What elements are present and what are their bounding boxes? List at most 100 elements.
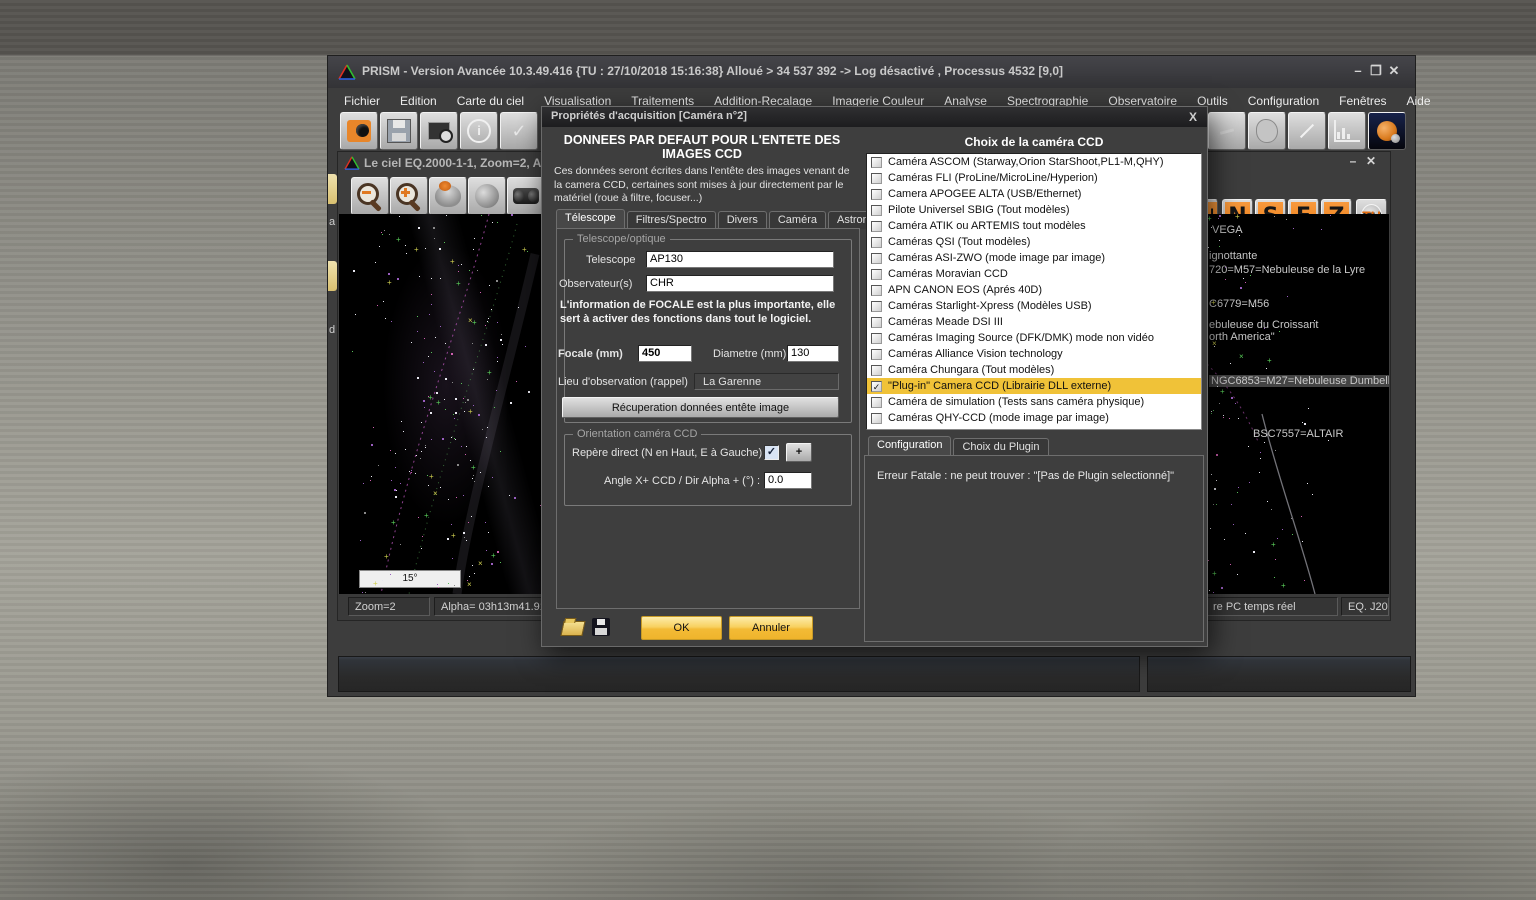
cancel-button[interactable]: Annuler — [729, 616, 813, 640]
save-button[interactable] — [380, 112, 418, 150]
tool-button-partial[interactable] — [1208, 112, 1246, 150]
camera-checkbox[interactable] — [871, 365, 882, 376]
menu-item-fichier[interactable]: Fichier — [336, 92, 388, 110]
camera-list-item[interactable]: Caméras QHY-CCD (mode image par image) — [867, 410, 1201, 426]
info-button[interactable]: i — [460, 112, 498, 150]
tab-choix-du-plugin[interactable]: Choix du Plugin — [953, 438, 1048, 456]
dialog-intro: Ces données seront écrites dans l'entête… — [554, 165, 854, 206]
focale-input[interactable]: 450 — [638, 345, 692, 362]
menu-item-configuration[interactable]: Configuration — [1240, 92, 1327, 110]
camera-list-item[interactable]: Caméra Chungara (Tout modèles) — [867, 362, 1201, 378]
ok-button[interactable]: OK — [641, 616, 722, 640]
tab-configuration[interactable]: Configuration — [868, 436, 951, 456]
camera-checkbox[interactable] — [871, 221, 882, 232]
menu-item-edition[interactable]: Edition — [392, 92, 445, 110]
camera-checkbox[interactable] — [871, 157, 882, 168]
camera-list-item[interactable]: APN CANON EOS (Aprés 40D) — [867, 282, 1201, 298]
camera-checkbox[interactable] — [871, 189, 882, 200]
open-settings-button[interactable] — [562, 621, 584, 636]
camera-checkbox[interactable] — [871, 269, 882, 280]
camera-list-item[interactable]: Camera APOGEE ALTA (USB/Ethernet) — [867, 186, 1201, 202]
pan-button[interactable] — [1248, 112, 1286, 150]
camera-checkbox[interactable] — [871, 349, 882, 360]
camera-checkbox[interactable] — [871, 285, 882, 296]
camera-list-item[interactable]: Caméras Alliance Vision technology — [867, 346, 1201, 362]
camera-list-item[interactable]: Caméras Starlight-Xpress (Modèles USB) — [867, 298, 1201, 314]
camera-label: "Plug-in" Camera CCD (Librairie DLL exte… — [888, 380, 1111, 392]
zoom-out-button[interactable] — [351, 177, 389, 215]
histogram-button[interactable] — [1328, 112, 1366, 150]
camera-checkbox[interactable] — [871, 317, 882, 328]
camera-label: Caméras FLI (ProLine/MicroLine/Hyperion) — [888, 172, 1098, 184]
hand-icon — [1256, 119, 1278, 143]
camera-checkbox[interactable] — [871, 237, 882, 248]
camera-list-item[interactable]: Caméras Meade DSI III — [867, 314, 1201, 330]
camera-checkbox[interactable] — [871, 413, 882, 424]
camera-list[interactable]: Caméra ASCOM (Starway,Orion StarShoot,PL… — [866, 153, 1202, 430]
sky-object-label: BSC7557=ALTAIR — [1253, 428, 1343, 440]
open-folder-icon — [560, 621, 585, 636]
line-tool-button[interactable] — [1288, 112, 1326, 150]
floppy-icon — [592, 618, 610, 636]
camera-list-item[interactable]: Caméras Imaging Source (DFK/DMK) mode no… — [867, 330, 1201, 346]
camera-list-item[interactable]: Caméras FLI (ProLine/MicroLine/Hyperion) — [867, 170, 1201, 186]
dialog-titlebar[interactable]: Propriétés d'acquisition [Caméra n°2] X — [542, 107, 1207, 127]
camera-checkbox[interactable] — [871, 301, 882, 312]
telescope-input[interactable]: AP130 — [646, 251, 834, 268]
camera-checkbox[interactable] — [871, 253, 882, 264]
minimize-icon[interactable]: – — [1349, 63, 1367, 79]
validate-button[interactable]: ✓ — [500, 112, 538, 150]
tab-divers[interactable]: Divers — [718, 211, 767, 229]
minimize-icon[interactable]: – — [1344, 154, 1362, 168]
tab-cam-ra[interactable]: Caméra — [769, 211, 826, 229]
camera-list-item[interactable]: Caméras QSI (Tout modèles) — [867, 234, 1201, 250]
sky-object-label: ignottante — [1209, 250, 1257, 262]
tab-filtres-spectro[interactable]: Filtres/Spectro — [627, 211, 716, 229]
close-icon[interactable]: ✕ — [1362, 154, 1380, 168]
zoom-in-button[interactable] — [390, 177, 428, 215]
star-field-right: VEGAignottante720=M57=Nebuleuse de la Ly… — [1207, 214, 1389, 594]
diametre-input[interactable]: 130 — [787, 345, 839, 362]
menu-item-carte-du-ciel[interactable]: Carte du ciel — [449, 92, 532, 110]
app-titlebar[interactable]: PRISM - Version Avancée 10.3.49.416 {TU … — [328, 56, 1415, 88]
tab-t-lescope[interactable]: Télescope — [556, 209, 625, 229]
camera-list-item[interactable]: Caméras ASI-ZWO (mode image par image) — [867, 250, 1201, 266]
camera-list-item[interactable]: Caméras Moravian CCD — [867, 266, 1201, 282]
save-settings-button[interactable] — [592, 618, 610, 636]
maximize-icon[interactable]: ❐ — [1367, 63, 1385, 79]
app-window-controls: – ❐ ✕ — [1349, 63, 1403, 79]
plus-button[interactable]: + — [786, 443, 812, 462]
recup-entete-button[interactable]: Récuperation données entête image — [562, 397, 839, 418]
camera-acquisition-button[interactable] — [340, 112, 378, 150]
focale-label: Focale (mm) — [558, 348, 623, 360]
orientation-group-legend: Orientation caméra CCD — [573, 428, 701, 440]
find-image-button[interactable] — [420, 112, 458, 150]
camera-label: Caméra de simulation (Tests sans caméra … — [888, 396, 1144, 408]
camera-list-item[interactable]: Caméra de simulation (Tests sans caméra … — [867, 394, 1201, 410]
angle-input[interactable]: 0.0 — [764, 472, 812, 489]
configuration-tab-page: Erreur Fatale : ne peut trouver : "[Pas … — [864, 455, 1204, 642]
camera-list-item[interactable]: ✓ "Plug-in" Camera CCD (Librairie DLL ext… — [867, 378, 1201, 394]
camera-checkbox[interactable] — [871, 205, 882, 216]
field-rotation-button[interactable] — [429, 177, 467, 215]
dialog-close-icon[interactable]: X — [1189, 110, 1197, 124]
planet-gear-icon — [1377, 121, 1397, 141]
ephemeris-button[interactable] — [1368, 112, 1406, 150]
camera-checkbox[interactable] — [871, 173, 882, 184]
camera-list-item[interactable]: Pilote Universel SBIG (Tout modèles) — [867, 202, 1201, 218]
search-object-button[interactable] — [507, 177, 545, 215]
menu-item-fen-tres[interactable]: Fenêtres — [1331, 92, 1394, 110]
celestial-sphere-button[interactable] — [468, 177, 506, 215]
repere-checkbox[interactable]: ✓ — [764, 445, 779, 460]
clipped-sidebar-icon — [328, 261, 337, 291]
close-icon[interactable]: ✕ — [1385, 63, 1403, 79]
menu-item-aide[interactable]: Aide — [1399, 92, 1439, 110]
camera-checkbox[interactable] — [871, 333, 882, 344]
observer-input[interactable]: CHR — [646, 275, 834, 292]
save-icon — [387, 119, 411, 143]
camera-checkbox[interactable] — [871, 397, 882, 408]
camera-list-item[interactable]: Caméra ATIK ou ARTEMIS tout modèles — [867, 218, 1201, 234]
prism-logo-icon — [338, 64, 356, 80]
camera-checkbox[interactable]: ✓ — [871, 381, 882, 392]
camera-list-item[interactable]: Caméra ASCOM (Starway,Orion StarShoot,PL… — [867, 154, 1201, 170]
